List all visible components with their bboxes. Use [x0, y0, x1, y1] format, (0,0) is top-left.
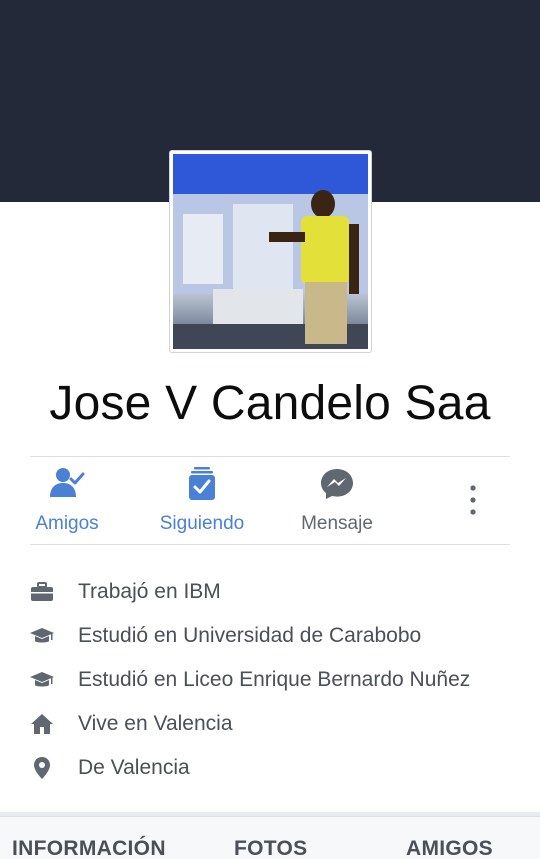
home-icon	[31, 714, 53, 734]
following-button[interactable]: Siguiendo	[145, 457, 259, 544]
tab-information[interactable]: INFORMACIÓN	[12, 837, 166, 859]
intro-item-label: Vive en Valencia	[78, 712, 233, 735]
profile-actions-bar: Amigos Siguiendo Mensaje	[0, 457, 540, 544]
intro-list: Trabajó en IBM Estudió en Universidad de…	[0, 570, 540, 790]
briefcase-icon	[31, 582, 53, 601]
following-check-icon	[189, 467, 215, 500]
profile-name: Jose V Candelo Saa	[49, 377, 491, 430]
more-options-button[interactable]	[452, 457, 494, 544]
intro-item-hometown[interactable]: De Valencia	[0, 746, 540, 790]
messenger-icon	[321, 469, 353, 499]
graduation-cap-icon	[30, 672, 54, 687]
following-button-label: Siguiendo	[159, 513, 245, 534]
intro-item-education[interactable]: Estudió en Liceo Enrique Bernardo Nuñez	[0, 658, 540, 702]
intro-item-work[interactable]: Trabajó en IBM	[0, 570, 540, 614]
intro-item-label: Estudió en Liceo Enrique Bernardo Nuñez	[78, 668, 471, 691]
graduation-cap-icon	[30, 628, 54, 643]
intro-item-label: Estudió en Universidad de Carabobo	[78, 624, 422, 647]
friends-button-label: Amigos	[35, 513, 99, 534]
profile-tabs: INFORMACIÓN FOTOS AMIGOS	[0, 816, 540, 859]
more-options-icon	[470, 485, 476, 515]
intro-item-education[interactable]: Estudió en Universidad de Carabobo	[0, 614, 540, 658]
location-pin-icon	[34, 757, 50, 779]
friends-button[interactable]: Amigos	[17, 457, 117, 544]
profile-photo-image	[173, 154, 368, 349]
message-button[interactable]: Mensaje	[287, 457, 387, 544]
tab-photos[interactable]: FOTOS	[234, 837, 307, 859]
intro-item-current-city[interactable]: Vive en Valencia	[0, 702, 540, 746]
profile-picture[interactable]	[169, 150, 372, 353]
message-button-label: Mensaje	[301, 513, 373, 534]
intro-item-label: De Valencia	[78, 756, 190, 779]
intro-item-label: Trabajó en IBM	[78, 580, 221, 603]
friends-check-icon	[50, 468, 85, 497]
tab-friends[interactable]: AMIGOS	[406, 837, 493, 859]
divider	[30, 544, 510, 545]
